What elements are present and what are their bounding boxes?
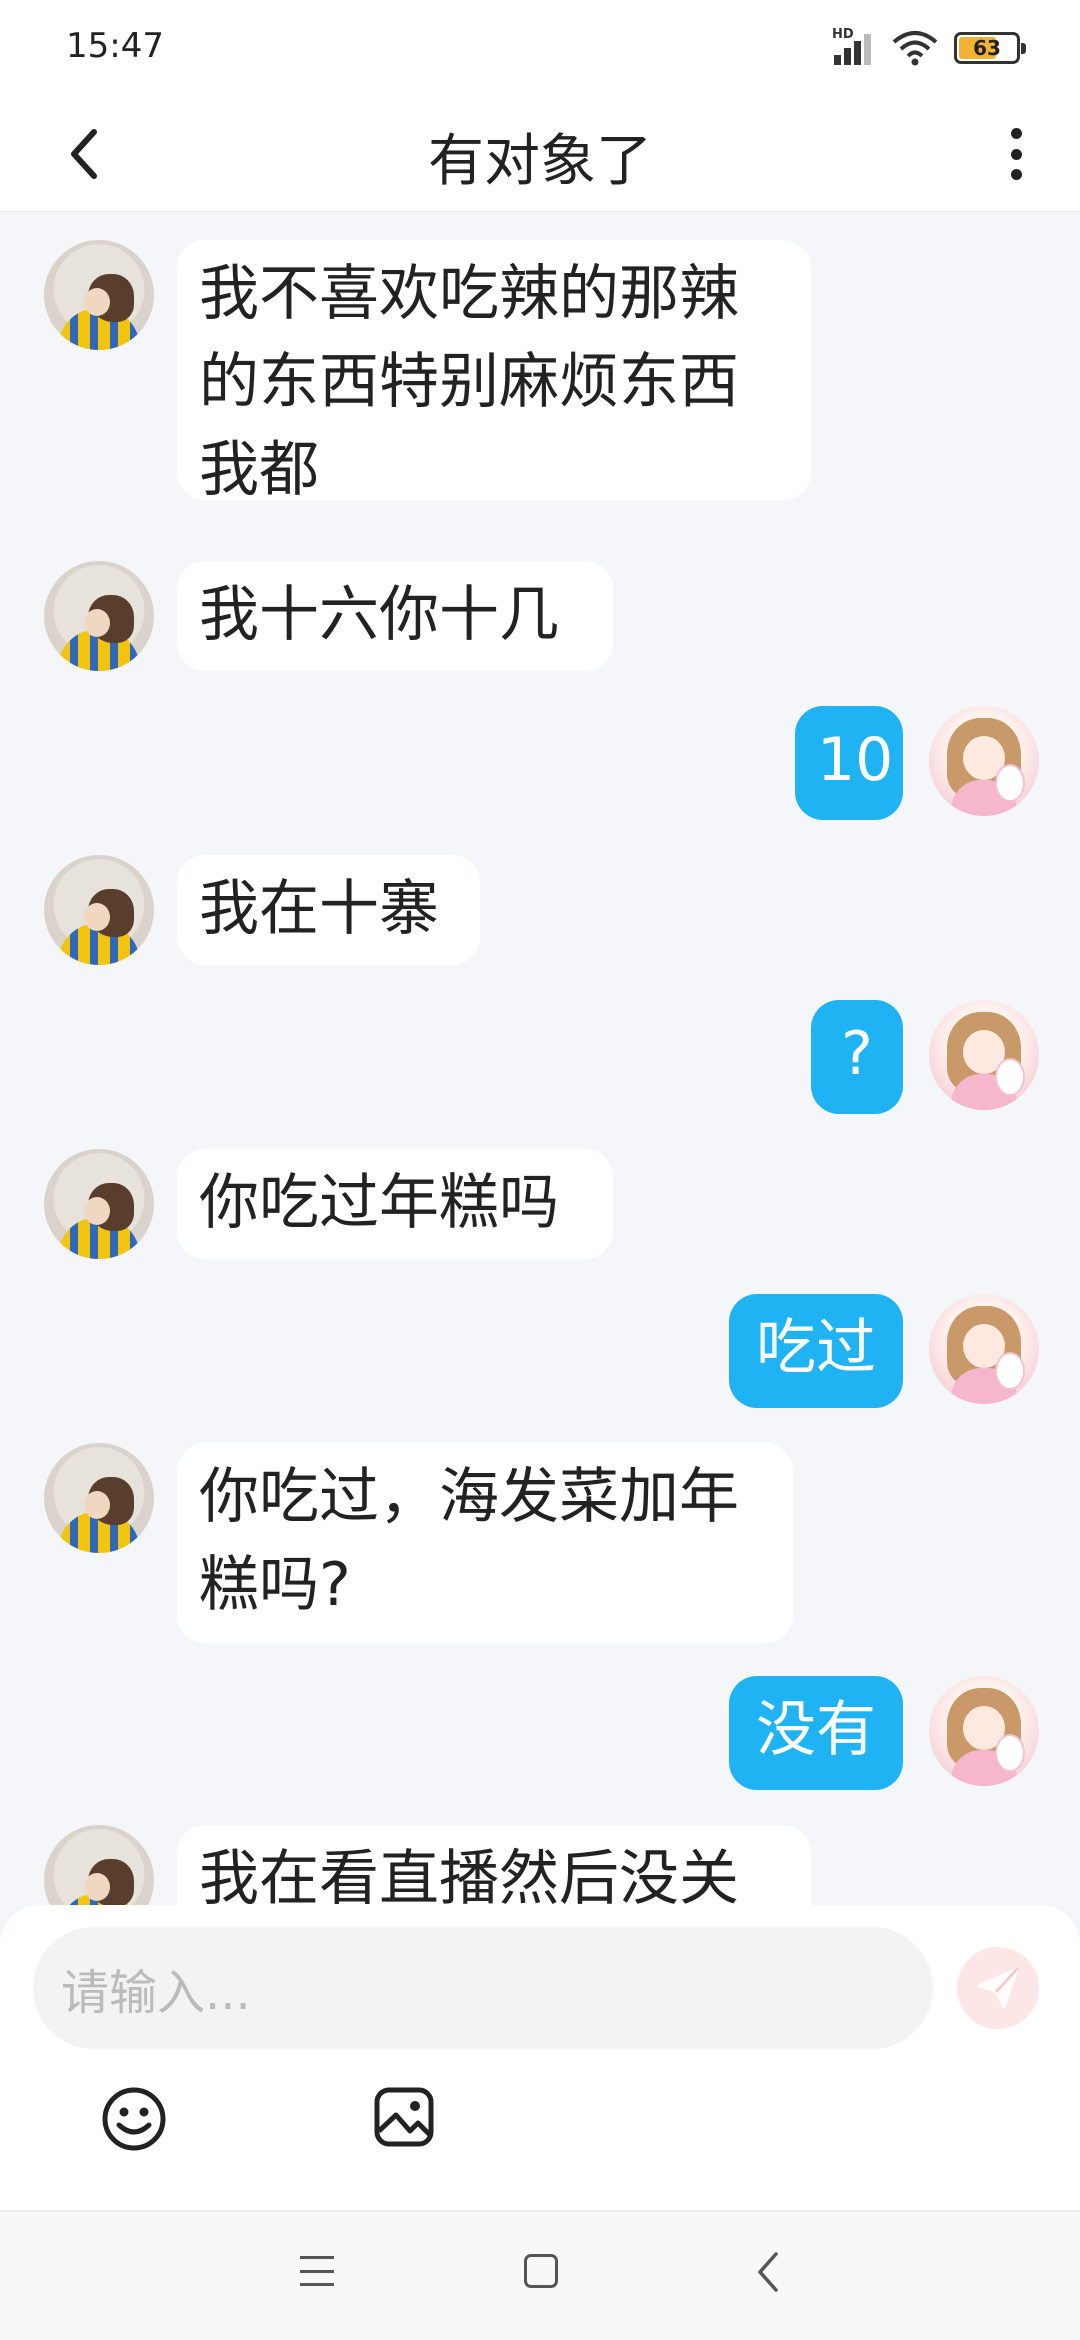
- back-icon[interactable]: [756, 2250, 780, 2294]
- chat-header: 有对象了: [0, 96, 1080, 212]
- chat-title: 有对象了: [428, 129, 652, 194]
- home-icon[interactable]: [524, 2254, 558, 2288]
- message-bubble-sent[interactable]: 没有: [729, 1676, 903, 1790]
- wifi-icon: [892, 31, 938, 66]
- contact-avatar[interactable]: [44, 1825, 154, 1905]
- send-icon: [977, 1966, 1020, 2009]
- message-bubble-sent[interactable]: 吃过: [729, 1294, 903, 1408]
- status-icons: HD 63: [832, 27, 1026, 68]
- status-bar: 15:47 HD 63: [0, 0, 1080, 96]
- image-icon[interactable]: [372, 2085, 436, 2149]
- emoji-icon[interactable]: [100, 2085, 168, 2153]
- system-nav-bar: [0, 2212, 1080, 2340]
- user-avatar[interactable]: [929, 1000, 1039, 1110]
- user-avatar[interactable]: [929, 706, 1039, 816]
- composer-panel: 请输入...: [0, 1905, 1080, 2210]
- message-list[interactable]: 我不喜欢吃辣的那辣 的东西特别麻烦东西 我都 我十六你十几 10 我在十寨 ? …: [0, 213, 1080, 1905]
- message-bubble-received[interactable]: 我十六你十几: [177, 561, 613, 671]
- message-bubble-received[interactable]: 我在看直播然后没关: [177, 1825, 811, 1905]
- send-button[interactable]: [957, 1947, 1039, 2029]
- message-bubble-received[interactable]: 你吃过，海发菜加年 糕吗?: [177, 1443, 793, 1643]
- contact-avatar[interactable]: [44, 855, 154, 965]
- contact-avatar[interactable]: [44, 1149, 154, 1259]
- menu-icon[interactable]: [300, 2256, 334, 2286]
- battery-icon: 63: [954, 32, 1026, 64]
- battery-level: 63: [973, 36, 1001, 60]
- signal-icon: HD: [832, 27, 876, 65]
- message-bubble-received[interactable]: 你吃过年糕吗: [177, 1149, 613, 1259]
- message-bubble-received[interactable]: 我不喜欢吃辣的那辣 的东西特别麻烦东西 我都: [177, 240, 811, 505]
- contact-avatar[interactable]: [44, 240, 154, 350]
- more-vertical-icon: [1010, 128, 1022, 139]
- status-time: 15:47: [66, 26, 164, 66]
- more-options-button[interactable]: [996, 120, 1036, 188]
- contact-avatar[interactable]: [44, 561, 154, 671]
- message-bubble-sent[interactable]: 10: [795, 706, 903, 820]
- message-input[interactable]: 请输入...: [33, 1927, 933, 2049]
- contact-avatar[interactable]: [44, 1443, 154, 1553]
- network-label: HD: [832, 27, 854, 42]
- user-avatar[interactable]: [929, 1676, 1039, 1786]
- message-bubble-received[interactable]: 我在十寨: [177, 855, 480, 965]
- user-avatar[interactable]: [929, 1294, 1039, 1404]
- message-bubble-sent[interactable]: ?: [811, 1000, 903, 1114]
